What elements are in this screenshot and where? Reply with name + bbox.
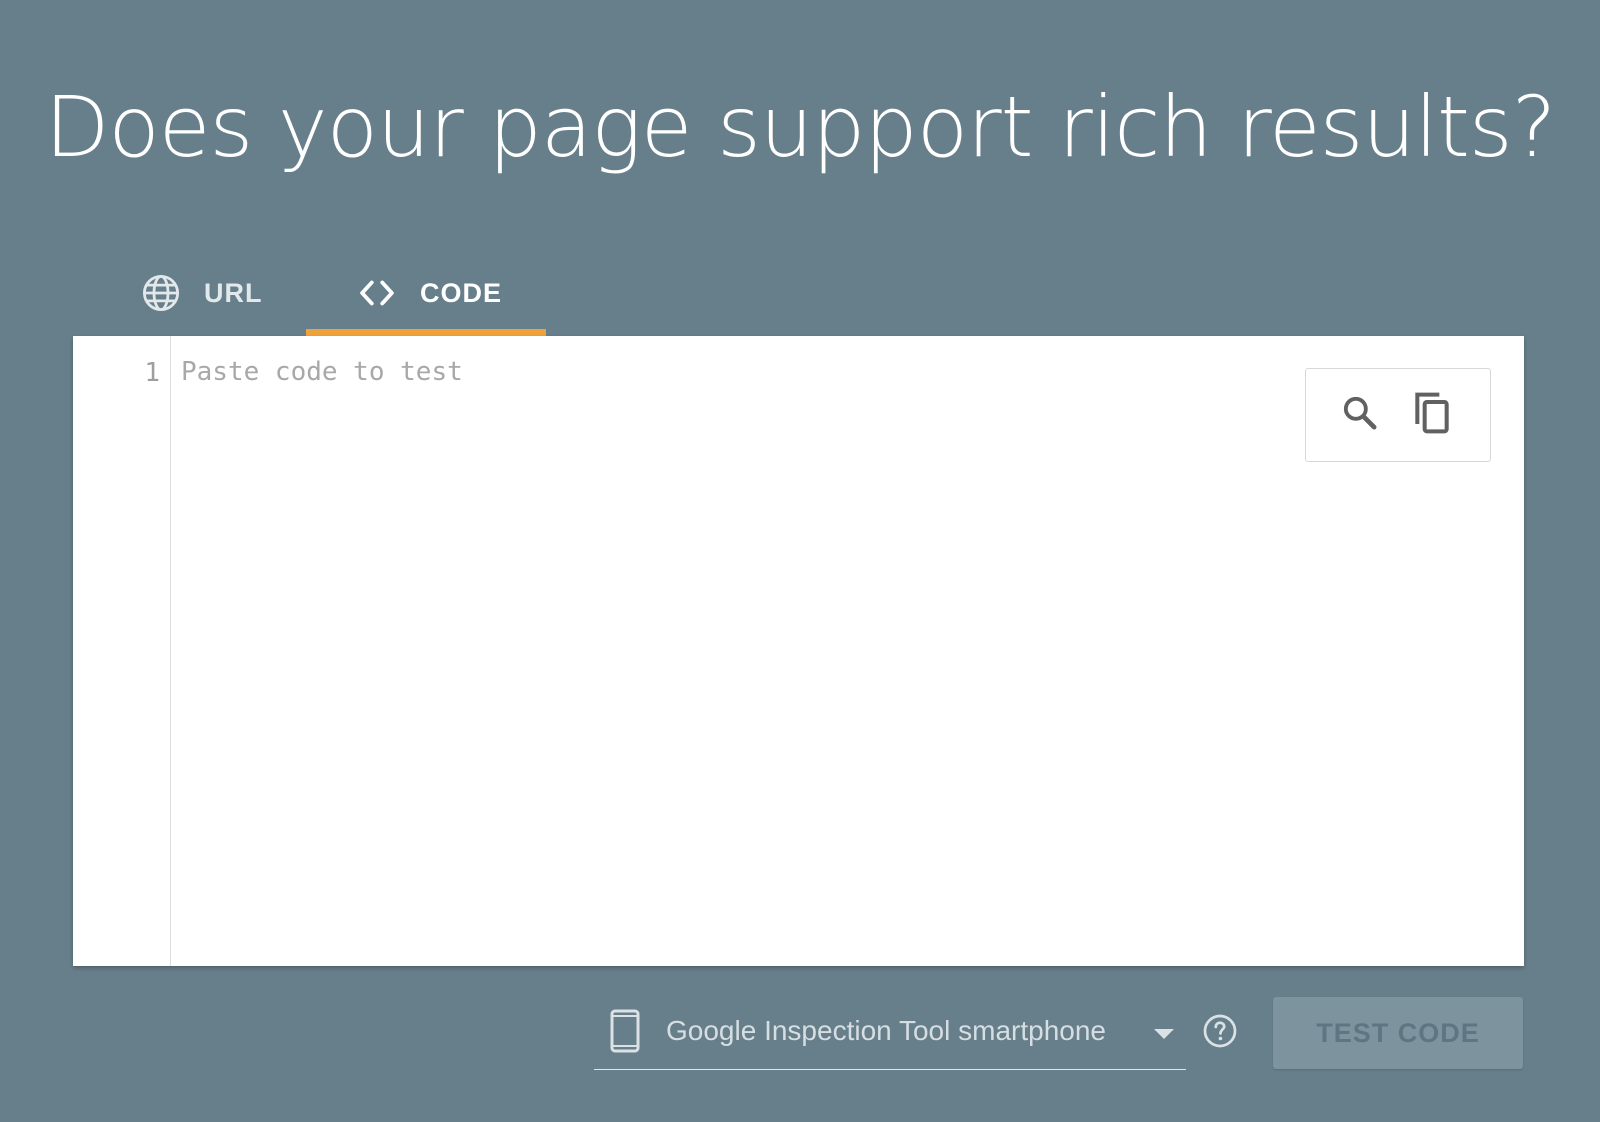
line-number-gutter: 1 <box>73 336 171 966</box>
search-button[interactable] <box>1334 389 1386 441</box>
tab-code-label: CODE <box>420 277 503 308</box>
copy-icon <box>1410 389 1454 442</box>
tab-code[interactable]: CODE <box>306 250 546 336</box>
tab-url[interactable]: URL <box>112 250 300 336</box>
code-editor: 1 <box>73 336 1524 966</box>
code-input[interactable] <box>181 352 1361 952</box>
copy-button[interactable] <box>1406 389 1458 441</box>
code-brackets-icon <box>356 272 398 314</box>
smartphone-icon <box>610 1009 640 1053</box>
test-controls: Google Inspection Tool smartphone TEST C… <box>0 995 1600 1095</box>
editor-toolbar <box>1305 368 1491 462</box>
selected-tab-indicator <box>306 329 546 336</box>
device-select-value: Google Inspection Tool smartphone <box>666 1015 1106 1046</box>
dropdown-arrow-icon <box>1152 1027 1176 1041</box>
search-icon <box>1340 393 1380 438</box>
device-select[interactable]: Google Inspection Tool smartphone <box>594 995 1186 1070</box>
input-mode-tabs: URL CODE <box>0 250 1600 336</box>
tab-url-label: URL <box>204 277 263 308</box>
help-circle-icon[interactable] <box>1202 1013 1238 1049</box>
page-title: Does your page support rich results? <box>44 78 1557 176</box>
test-code-button[interactable]: TEST CODE <box>1273 997 1523 1069</box>
line-number: 1 <box>144 358 160 388</box>
globe-icon <box>140 272 182 314</box>
